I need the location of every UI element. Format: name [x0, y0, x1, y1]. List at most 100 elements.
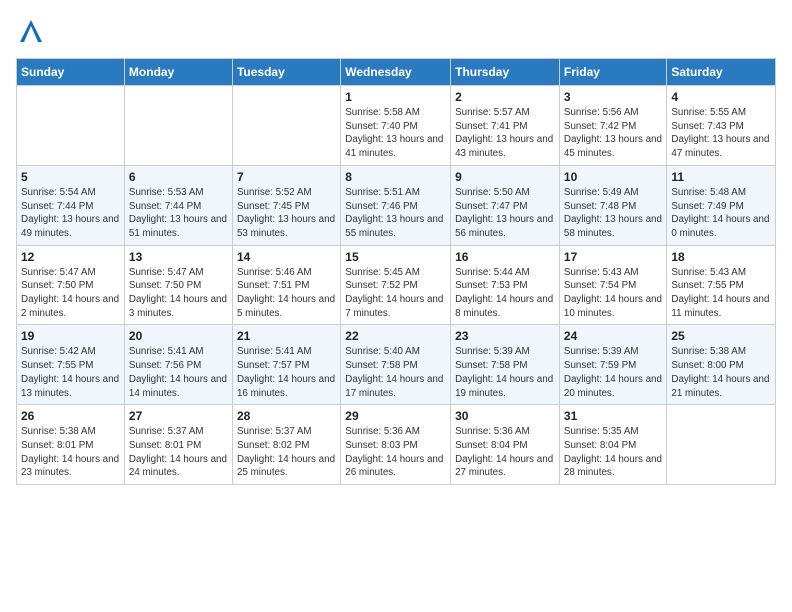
weekday-header-row: SundayMondayTuesdayWednesdayThursdayFrid… — [17, 59, 776, 86]
calendar-day-cell: 30 Sunrise: 5:36 AM Sunset: 8:04 PM Dayli… — [451, 405, 560, 485]
calendar-day-cell — [667, 405, 776, 485]
day-number: 17 — [564, 250, 662, 264]
day-info: Sunrise: 5:36 AM Sunset: 8:04 PM Dayligh… — [455, 425, 555, 480]
day-info: Sunrise: 5:45 AM Sunset: 7:52 PM Dayligh… — [345, 266, 446, 321]
day-number: 1 — [345, 90, 446, 104]
day-number: 2 — [455, 90, 555, 104]
day-info: Sunrise: 5:41 AM Sunset: 7:56 PM Dayligh… — [129, 345, 228, 400]
calendar-day-cell: 19Sunrise: 5:42 AM Sunset: 7:55 PM Dayli… — [17, 325, 125, 405]
day-number: 13 — [129, 250, 228, 264]
day-number: 30 — [455, 409, 555, 423]
calendar-day-cell: 1Sunrise: 5:58 AM Sunset: 7:40 PM Daylig… — [341, 86, 451, 166]
calendar-day-cell: 4 Sunrise: 5:55 AM Sunset: 7:43 PM Daylig… — [667, 86, 776, 166]
calendar-day-cell: 28 Sunrise: 5:37 AM Sunset: 8:02 PM Dayli… — [232, 405, 340, 485]
day-info: Sunrise: 5:43 AM Sunset: 7:55 PM Dayligh… — [671, 266, 771, 321]
calendar-day-cell: 31 Sunrise: 5:35 AM Sunset: 8:04 PM Dayli… — [559, 405, 666, 485]
day-number: 4 — [671, 90, 771, 104]
day-number: 22 — [345, 329, 446, 343]
day-info: Sunrise: 5:37 AM Sunset: 8:02 PM Dayligh… — [237, 425, 336, 480]
calendar-day-cell: 8 Sunrise: 5:51 AM Sunset: 7:46 PM Daylig… — [341, 165, 451, 245]
calendar-day-cell: 7Sunrise: 5:52 AM Sunset: 7:45 PM Daylig… — [232, 165, 340, 245]
weekday-header-cell: Tuesday — [232, 59, 340, 86]
day-info: Sunrise: 5:41 AM Sunset: 7:57 PM Dayligh… — [237, 345, 336, 400]
weekday-header-cell: Wednesday — [341, 59, 451, 86]
day-number: 12 — [21, 250, 120, 264]
weekday-header-cell: Saturday — [667, 59, 776, 86]
calendar-day-cell — [232, 86, 340, 166]
day-number: 15 — [345, 250, 446, 264]
day-info: Sunrise: 5:40 AM Sunset: 7:58 PM Dayligh… — [345, 345, 446, 400]
day-info: Sunrise: 5:39 AM Sunset: 7:58 PM Dayligh… — [455, 345, 555, 400]
day-number: 29 — [345, 409, 446, 423]
day-info: Sunrise: 5:52 AM Sunset: 7:45 PM Dayligh… — [237, 186, 336, 241]
day-number: 14 — [237, 250, 336, 264]
calendar-day-cell: 14 Sunrise: 5:46 AM Sunset: 7:51 PM Dayli… — [232, 245, 340, 325]
weekday-header-cell: Friday — [559, 59, 666, 86]
day-number: 3 — [564, 90, 662, 104]
day-info: Sunrise: 5:49 AM Sunset: 7:48 PM Dayligh… — [564, 186, 662, 241]
calendar-day-cell: 25Sunrise: 5:38 AM Sunset: 8:00 PM Dayli… — [667, 325, 776, 405]
calendar-day-cell: 20 Sunrise: 5:41 AM Sunset: 7:56 PM Dayli… — [124, 325, 232, 405]
calendar-day-cell: 13 Sunrise: 5:47 AM Sunset: 7:50 PM Dayli… — [124, 245, 232, 325]
calendar-day-cell: 6Sunrise: 5:53 AM Sunset: 7:44 PM Daylig… — [124, 165, 232, 245]
calendar-day-cell: 18 Sunrise: 5:43 AM Sunset: 7:55 PM Dayli… — [667, 245, 776, 325]
weekday-header-cell: Thursday — [451, 59, 560, 86]
day-number: 5 — [21, 170, 120, 184]
calendar-day-cell: 5 Sunrise: 5:54 AM Sunset: 7:44 PM Daylig… — [17, 165, 125, 245]
calendar-week-row: 5 Sunrise: 5:54 AM Sunset: 7:44 PM Daylig… — [17, 165, 776, 245]
day-info: Sunrise: 5:51 AM Sunset: 7:46 PM Dayligh… — [345, 186, 446, 241]
calendar-body: 1Sunrise: 5:58 AM Sunset: 7:40 PM Daylig… — [17, 86, 776, 485]
calendar-day-cell: 22 Sunrise: 5:40 AM Sunset: 7:58 PM Dayli… — [341, 325, 451, 405]
day-info: Sunrise: 5:42 AM Sunset: 7:55 PM Dayligh… — [21, 345, 120, 400]
day-number: 18 — [671, 250, 771, 264]
day-number: 11 — [671, 170, 771, 184]
calendar-week-row: 1Sunrise: 5:58 AM Sunset: 7:40 PM Daylig… — [17, 86, 776, 166]
day-info: Sunrise: 5:39 AM Sunset: 7:59 PM Dayligh… — [564, 345, 662, 400]
day-number: 16 — [455, 250, 555, 264]
weekday-header-cell: Monday — [124, 59, 232, 86]
calendar-week-row: 19Sunrise: 5:42 AM Sunset: 7:55 PM Dayli… — [17, 325, 776, 405]
day-info: Sunrise: 5:56 AM Sunset: 7:42 PM Dayligh… — [564, 106, 662, 161]
day-info: Sunrise: 5:37 AM Sunset: 8:01 PM Dayligh… — [129, 425, 228, 480]
calendar-day-cell: 16 Sunrise: 5:44 AM Sunset: 7:53 PM Dayli… — [451, 245, 560, 325]
day-info: Sunrise: 5:48 AM Sunset: 7:49 PM Dayligh… — [671, 186, 771, 241]
page-header — [16, 16, 776, 46]
day-info: Sunrise: 5:43 AM Sunset: 7:54 PM Dayligh… — [564, 266, 662, 321]
calendar-week-row: 12 Sunrise: 5:47 AM Sunset: 7:50 PM Dayli… — [17, 245, 776, 325]
day-info: Sunrise: 5:46 AM Sunset: 7:51 PM Dayligh… — [237, 266, 336, 321]
calendar-day-cell: 10 Sunrise: 5:49 AM Sunset: 7:48 PM Dayli… — [559, 165, 666, 245]
calendar-week-row: 26 Sunrise: 5:38 AM Sunset: 8:01 PM Dayli… — [17, 405, 776, 485]
day-number: 20 — [129, 329, 228, 343]
day-number: 8 — [345, 170, 446, 184]
day-number: 28 — [237, 409, 336, 423]
day-info: Sunrise: 5:38 AM Sunset: 8:01 PM Dayligh… — [21, 425, 120, 480]
day-number: 21 — [237, 329, 336, 343]
calendar-day-cell: 23 Sunrise: 5:39 AM Sunset: 7:58 PM Dayli… — [451, 325, 560, 405]
day-info: Sunrise: 5:44 AM Sunset: 7:53 PM Dayligh… — [455, 266, 555, 321]
day-number: 23 — [455, 329, 555, 343]
day-info: Sunrise: 5:55 AM Sunset: 7:43 PM Dayligh… — [671, 106, 771, 161]
day-number: 31 — [564, 409, 662, 423]
calendar-day-cell: 12 Sunrise: 5:47 AM Sunset: 7:50 PM Dayli… — [17, 245, 125, 325]
day-number: 10 — [564, 170, 662, 184]
calendar-day-cell — [124, 86, 232, 166]
calendar-day-cell: 11 Sunrise: 5:48 AM Sunset: 7:49 PM Dayli… — [667, 165, 776, 245]
day-info: Sunrise: 5:47 AM Sunset: 7:50 PM Dayligh… — [129, 266, 228, 321]
calendar-table: SundayMondayTuesdayWednesdayThursdayFrid… — [16, 58, 776, 485]
day-info: Sunrise: 5:54 AM Sunset: 7:44 PM Dayligh… — [21, 186, 120, 241]
calendar-day-cell: 3 Sunrise: 5:56 AM Sunset: 7:42 PM Daylig… — [559, 86, 666, 166]
day-info: Sunrise: 5:36 AM Sunset: 8:03 PM Dayligh… — [345, 425, 446, 480]
day-info: Sunrise: 5:57 AM Sunset: 7:41 PM Dayligh… — [455, 106, 555, 161]
calendar-day-cell: 27 Sunrise: 5:37 AM Sunset: 8:01 PM Dayli… — [124, 405, 232, 485]
day-number: 26 — [21, 409, 120, 423]
day-number: 24 — [564, 329, 662, 343]
day-number: 27 — [129, 409, 228, 423]
calendar-day-cell: 24 Sunrise: 5:39 AM Sunset: 7:59 PM Dayli… — [559, 325, 666, 405]
calendar-day-cell: 2 Sunrise: 5:57 AM Sunset: 7:41 PM Daylig… — [451, 86, 560, 166]
day-info: Sunrise: 5:47 AM Sunset: 7:50 PM Dayligh… — [21, 266, 120, 321]
logo-icon — [16, 16, 46, 46]
calendar-day-cell: 29 Sunrise: 5:36 AM Sunset: 8:03 PM Dayli… — [341, 405, 451, 485]
day-info: Sunrise: 5:35 AM Sunset: 8:04 PM Dayligh… — [564, 425, 662, 480]
calendar-day-cell: 17 Sunrise: 5:43 AM Sunset: 7:54 PM Dayli… — [559, 245, 666, 325]
calendar-day-cell: 15 Sunrise: 5:45 AM Sunset: 7:52 PM Dayli… — [341, 245, 451, 325]
